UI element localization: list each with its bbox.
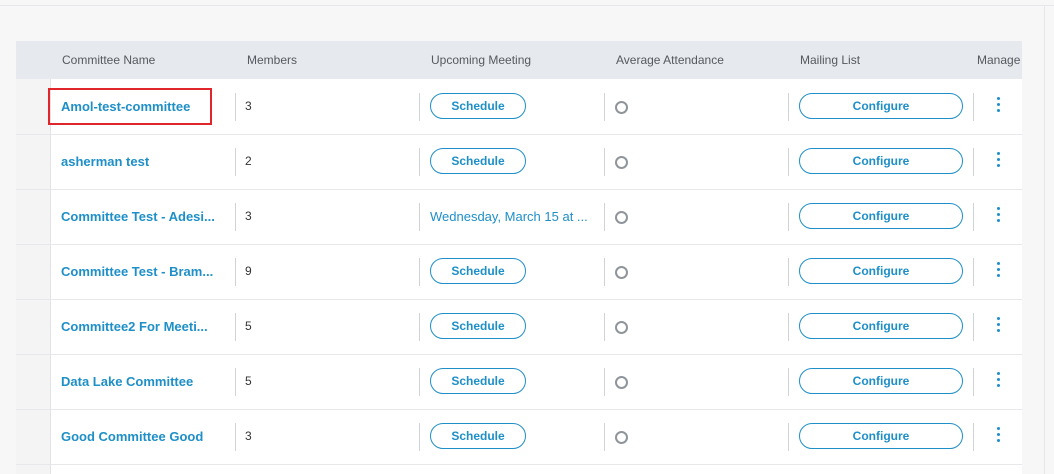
vertical-ellipsis-icon[interactable] [994,207,1002,227]
cell-divider [604,368,605,396]
vertical-ellipsis-icon[interactable] [994,427,1002,447]
cell-divider [788,368,789,396]
cell-divider [788,258,789,286]
vertical-ellipsis-icon[interactable] [994,317,1002,337]
cell-divider [604,313,605,341]
cell-divider [235,423,236,451]
committee-name-link[interactable]: Committee Test - Adesi... [61,189,215,244]
cell-divider [419,368,420,396]
cell-divider [419,423,420,451]
cell-divider [973,368,974,396]
members-count: 9 [245,264,252,278]
header-manage[interactable]: Manage [977,41,1020,79]
cell-divider [604,258,605,286]
cell-divider [235,148,236,176]
attendance-circle-icon [615,321,628,334]
vertical-ellipsis-icon[interactable] [994,97,1002,117]
cell-divider [419,203,420,231]
top-divider [0,5,1054,6]
committee-name-link[interactable]: Amol-test-committee [61,79,190,134]
table-header: Committee Name Members Upcoming Meeting … [16,41,1022,79]
cell-divider [788,93,789,121]
cell-divider [973,93,974,121]
members-count: 5 [245,374,252,388]
cell-divider [973,148,974,176]
table-row: Committee Test - Adesi... 3 Wednesday, M… [16,189,1022,245]
cell-divider [788,148,789,176]
cell-divider [973,423,974,451]
cell-divider [973,258,974,286]
committees-page: Committee Name Members Upcoming Meeting … [0,0,1054,474]
configure-mailing-button[interactable]: Configure [799,313,963,339]
schedule-button[interactable]: Schedule [430,423,526,449]
attendance-circle-icon [615,376,628,389]
header-average-attendance[interactable]: Average Attendance [616,41,724,79]
table-row: Data Lake Committee 5 Schedule Configure [16,354,1022,410]
vertical-ellipsis-icon[interactable] [994,262,1002,282]
configure-mailing-button[interactable]: Configure [799,148,963,174]
table-row: Committee2 For Meeti... 5 Schedule Confi… [16,299,1022,355]
attendance-circle-icon [615,156,628,169]
cell-divider [788,313,789,341]
schedule-button[interactable]: Schedule [430,258,526,284]
attendance-circle-icon [615,101,628,114]
cell-divider [419,93,420,121]
cell-divider [973,313,974,341]
committee-name-link[interactable]: Good Committee Good [61,409,203,464]
configure-mailing-button[interactable]: Configure [799,258,963,284]
cell-divider [235,313,236,341]
vertical-ellipsis-icon[interactable] [994,152,1002,172]
table-row: Good Committee Good 3 Schedule Configure [16,409,1022,465]
cell-divider [604,148,605,176]
table-row: Committee Test - Bram... 9 Schedule Conf… [16,244,1022,300]
right-border [1044,6,1045,474]
vertical-ellipsis-icon[interactable] [994,372,1002,392]
attendance-circle-icon [615,431,628,444]
members-count: 3 [245,99,252,113]
configure-mailing-button[interactable]: Configure [799,368,963,394]
attendance-circle-icon [615,266,628,279]
committees-table: Committee Name Members Upcoming Meeting … [16,41,1022,474]
cell-divider [419,258,420,286]
attendance-circle-icon [615,211,628,224]
header-upcoming-meeting[interactable]: Upcoming Meeting [431,41,531,79]
schedule-button[interactable]: Schedule [430,93,526,119]
cell-divider [973,203,974,231]
committee-name-link[interactable]: Committee Test - Bram... [61,244,213,299]
cell-divider [788,203,789,231]
header-mailing-list[interactable]: Mailing List [800,41,860,79]
cell-divider [235,368,236,396]
table-row: asherman test 2 Schedule Configure [16,134,1022,190]
configure-mailing-button[interactable]: Configure [799,203,963,229]
cell-divider [419,148,420,176]
committee-name-link[interactable]: Committee2 For Meeti... [61,299,208,354]
schedule-button[interactable]: Schedule [430,148,526,174]
committee-name-link[interactable]: Data Lake Committee [61,354,193,409]
schedule-button[interactable]: Schedule [430,313,526,339]
table-row: Amol-test-committee 3 Schedule Configure [16,79,1022,135]
upcoming-meeting-link[interactable]: Wednesday, March 15 at ... [430,189,588,244]
cell-divider [235,258,236,286]
members-count: 2 [245,154,252,168]
cell-divider [419,313,420,341]
cell-divider [604,203,605,231]
members-count: 3 [245,429,252,443]
header-committee-name[interactable]: Committee Name [62,41,155,79]
cell-divider [235,203,236,231]
configure-mailing-button[interactable]: Configure [799,423,963,449]
members-count: 3 [245,209,252,223]
header-members[interactable]: Members [247,41,297,79]
committee-name-link[interactable]: asherman test [61,134,149,189]
cell-divider [788,423,789,451]
cell-divider [235,93,236,121]
cell-divider [604,423,605,451]
cell-divider [604,93,605,121]
configure-mailing-button[interactable]: Configure [799,93,963,119]
members-count: 5 [245,319,252,333]
schedule-button[interactable]: Schedule [430,368,526,394]
